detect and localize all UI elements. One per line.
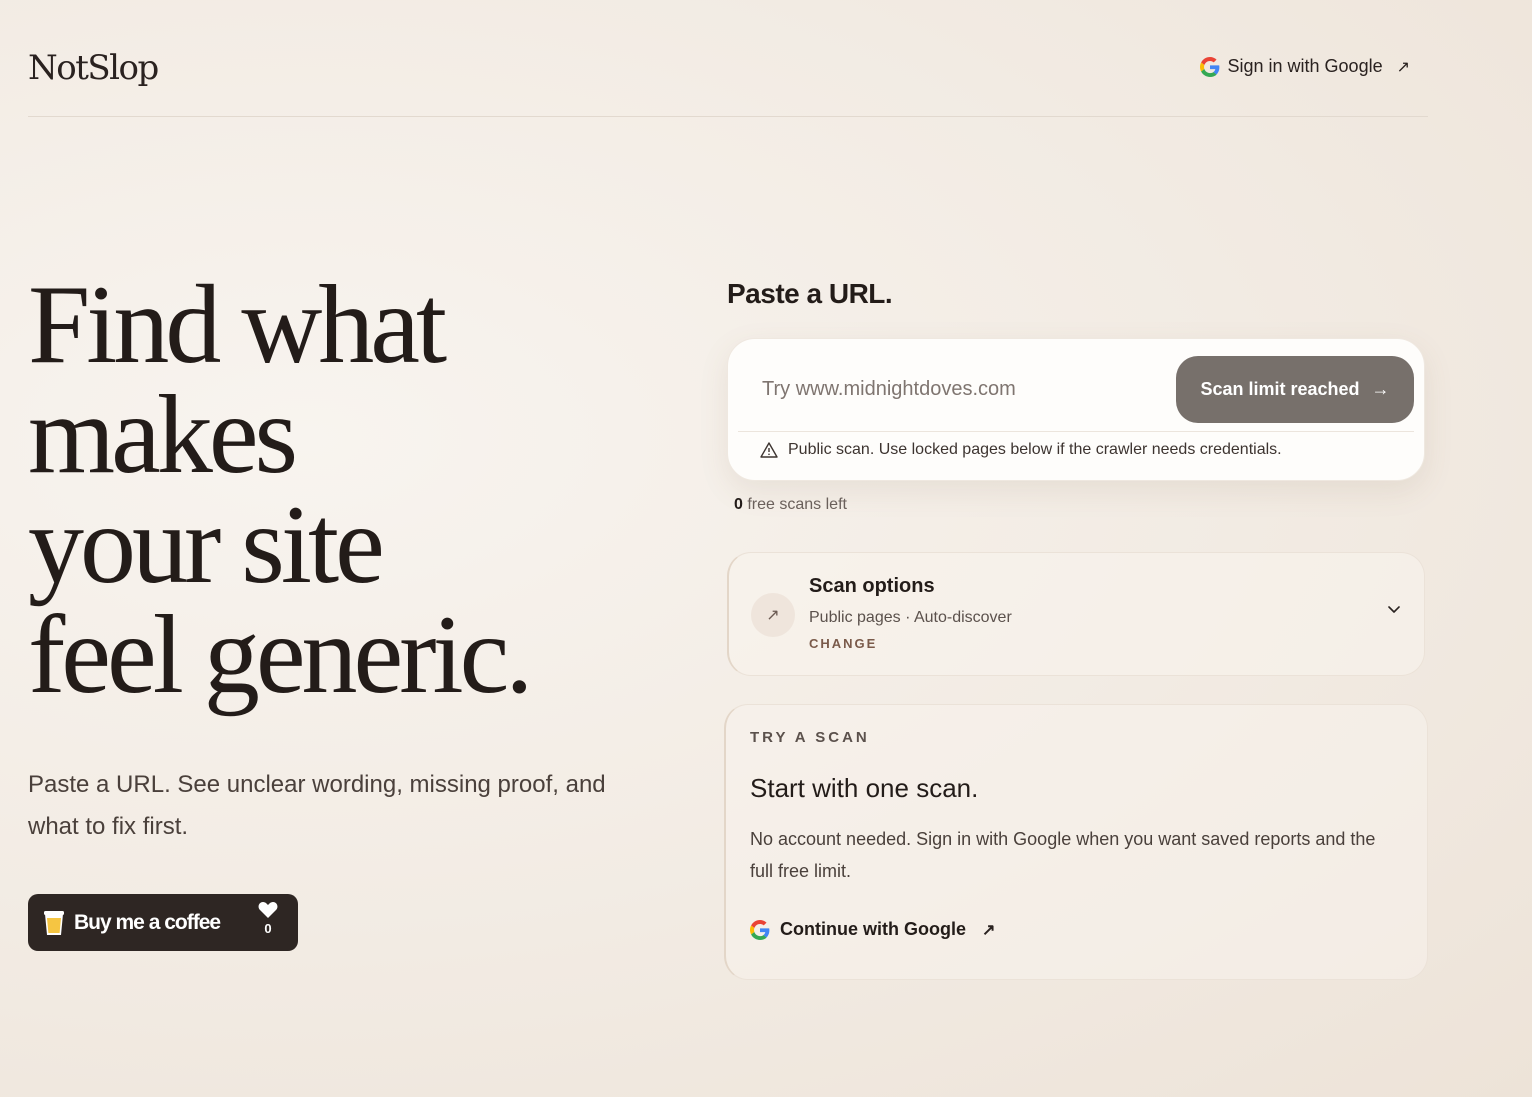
logo[interactable]: NotSlop <box>28 48 159 88</box>
google-icon <box>750 919 770 940</box>
hero-title-line: feel generic. <box>28 593 533 717</box>
sign-in-google-button[interactable]: Sign in with Google ↗ <box>1199 56 1410 77</box>
paste-url-title: Paste a URL. <box>727 278 893 309</box>
hero-title-line: makes <box>28 373 298 497</box>
arrow-up-right-icon: ↗ <box>981 921 996 939</box>
scan-button[interactable]: Scan limit reached → <box>1176 356 1414 423</box>
google-icon <box>1199 56 1219 77</box>
scan-button-label: Scan limit reached <box>1200 379 1360 399</box>
try-scan-card: TRY A SCAN Start with one scan. No accou… <box>724 704 1428 980</box>
hero-title: Find what makes your site feel generic. <box>28 269 648 711</box>
hero-subtitle: Paste a URL. See unclear wording, missin… <box>28 771 606 840</box>
continue-with-google-button[interactable]: Continue with Google ↗ <box>750 919 995 940</box>
try-scan-eyebrow: TRY A SCAN <box>750 729 870 746</box>
arrow-up-right-icon: ↗ <box>751 593 795 637</box>
buy-me-a-coffee-button[interactable]: Buy me a coffee 0 <box>28 894 298 951</box>
url-card: Scan limit reached → Public scan. Use lo… <box>727 338 1425 481</box>
try-scan-title: Start with one scan. <box>750 773 979 803</box>
chevron-down-icon <box>1388 606 1400 613</box>
continue-google-label: Continue with Google <box>780 919 966 939</box>
coffee-count: 0 <box>264 921 272 936</box>
hero-title-line: Find what <box>28 263 447 387</box>
scan-options-summary: Public pages · Auto-discover <box>809 609 1012 626</box>
free-scans-left: 0 free scans left <box>734 496 847 514</box>
arrow-right-icon: → <box>1371 379 1390 399</box>
coffee-label: Buy me a coffee <box>74 910 221 934</box>
scan-options-title: Scan options <box>809 575 935 597</box>
hero-title-line: your site <box>28 483 385 607</box>
site-header: NotSlop Sign in with Google ↗ <box>28 0 1428 117</box>
free-scans-label: free scans left <box>747 496 847 513</box>
divider <box>738 431 1414 432</box>
sign-in-label: Sign in with Google <box>1227 56 1383 76</box>
public-scan-note: Public scan. Use locked pages below if t… <box>760 441 1282 459</box>
heart-icon <box>258 902 278 918</box>
warning-icon <box>760 442 778 458</box>
coffee-cup-icon <box>44 910 64 935</box>
url-input[interactable] <box>748 361 1168 417</box>
try-scan-body: No account needed. Sign in with Google w… <box>750 829 1376 881</box>
coffee-supporters: 0 <box>258 901 278 936</box>
public-scan-note-text: Public scan. Use locked pages below if t… <box>788 441 1282 458</box>
change-options-link[interactable]: CHANGE <box>809 636 877 651</box>
scan-options-toggle[interactable]: ↗ Scan options Public pages · Auto-disco… <box>727 552 1425 676</box>
arrow-up-right-icon: ↗ <box>1396 58 1410 76</box>
free-scans-count: 0 <box>734 496 743 513</box>
